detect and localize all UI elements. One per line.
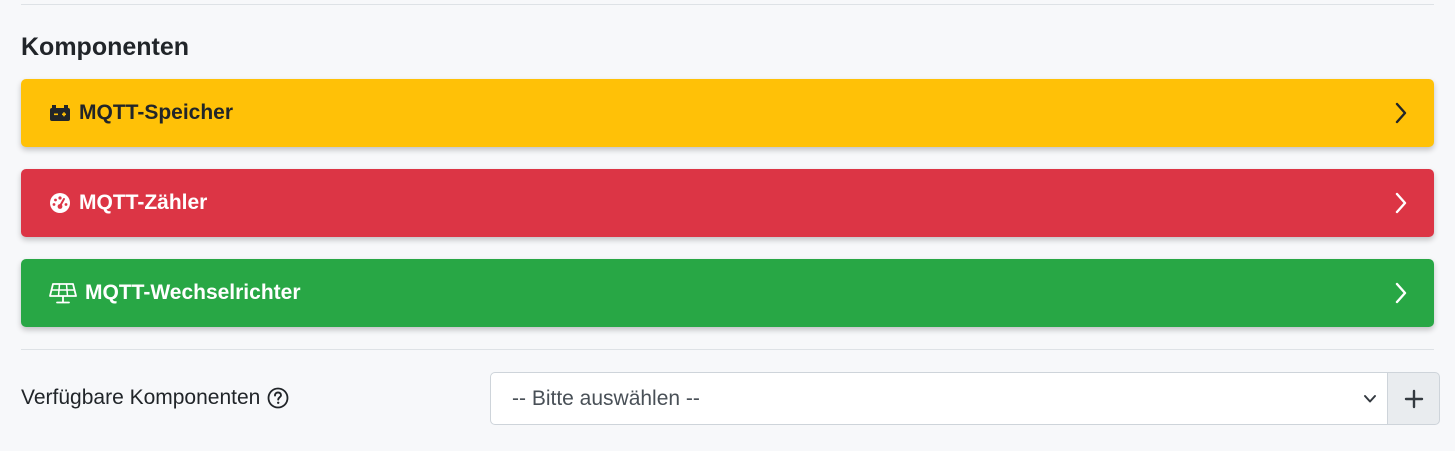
solar-panel-icon <box>49 282 77 304</box>
component-card-zaehler[interactable]: MQTT-Zähler <box>21 169 1434 237</box>
section-title: Komponenten <box>21 33 190 61</box>
component-card-speicher[interactable]: MQTT-Speicher <box>21 79 1434 147</box>
component-card-wechselrichter[interactable]: MQTT-Wechselrichter <box>21 259 1434 327</box>
component-select[interactable]: -- Bitte auswählen -- <box>490 372 1388 425</box>
select-value: -- Bitte auswählen -- <box>512 386 700 410</box>
add-component-button[interactable] <box>1387 372 1440 425</box>
plus-icon <box>1404 389 1424 409</box>
available-components-row: Verfügbare Komponenten <box>21 385 289 411</box>
chevron-right-icon[interactable] <box>1394 192 1408 214</box>
component-title: MQTT-Speicher <box>79 101 234 124</box>
top-divider <box>21 4 1434 5</box>
battery-icon <box>49 104 71 122</box>
chevron-right-icon[interactable] <box>1394 102 1408 124</box>
chevron-down-icon <box>1363 392 1377 411</box>
component-title: MQTT-Wechselrichter <box>85 281 301 304</box>
question-circle-icon[interactable] <box>267 387 289 409</box>
component-title: MQTT-Zähler <box>79 191 208 214</box>
chevron-right-icon[interactable] <box>1394 282 1408 304</box>
gauge-icon <box>49 192 71 214</box>
available-components-label: Verfügbare Komponenten <box>21 386 261 409</box>
section-divider <box>21 349 1434 350</box>
